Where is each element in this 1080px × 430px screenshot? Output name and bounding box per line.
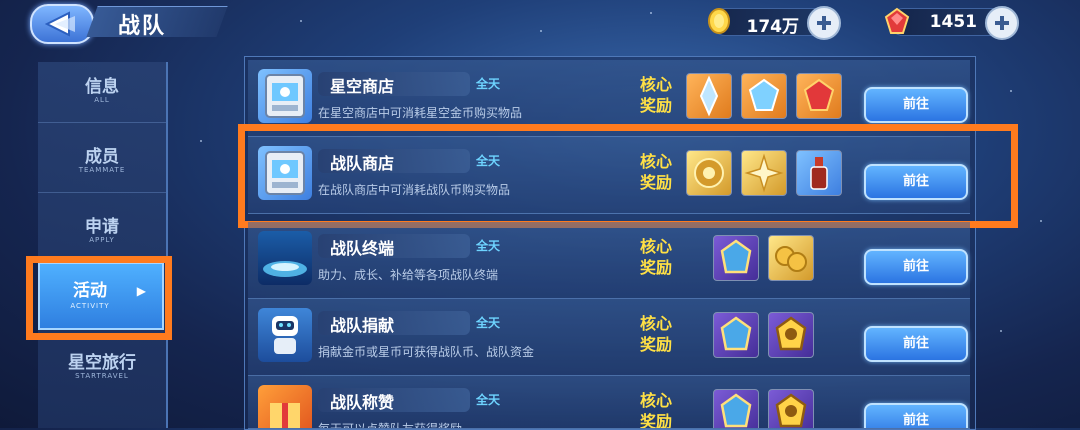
- terminal-thumbnail: [258, 231, 312, 285]
- page-title: 战队: [118, 14, 167, 39]
- team-badge-reward-icon: [713, 235, 759, 281]
- red-gem-reward-icon: [796, 73, 842, 119]
- contribution-badge-reward-icon: [768, 389, 814, 428]
- activity-time: 全天: [476, 393, 501, 407]
- crystal-shard-reward-icon: [686, 73, 732, 119]
- activity-time: 全天: [476, 239, 501, 253]
- top-bar: 战队 174万 1451: [0, 0, 1080, 44]
- highlight-box-team-shop: [238, 124, 1018, 228]
- go-button[interactable]: 前往: [864, 403, 968, 428]
- gem-currency: 1451: [884, 6, 1019, 40]
- sidebar-item-label: 申请: [85, 217, 119, 237]
- activity-row-team-praise: 战队称赞 全天 每天可以点赞队友获得奖励 核心奖励 前往: [248, 376, 970, 429]
- plus-icon: [995, 16, 1009, 30]
- sidebar-item-sublabel: STARTRAVEL: [75, 372, 129, 380]
- reward-label: 核心奖励: [640, 314, 673, 354]
- sidebar-item-startravel[interactable]: 星空旅行 STARTRAVEL: [38, 338, 166, 398]
- terminal-icon: [263, 261, 307, 277]
- sidebar-item-label: 信息: [85, 77, 119, 97]
- red-gem-icon: [884, 7, 910, 34]
- back-arrow-icon: [45, 11, 75, 37]
- sidebar-item-sublabel: TEAMMATE: [78, 166, 126, 174]
- gold-currency: 174万: [708, 6, 841, 40]
- activity-time: 全天: [476, 77, 501, 91]
- activity-name: 战队称赞: [330, 393, 395, 412]
- sidebar-item-sublabel: ALL: [94, 96, 110, 104]
- sidebar-item-label: 成员: [85, 147, 119, 167]
- sidebar-item-info[interactable]: 信息 ALL: [38, 62, 166, 123]
- gold-value: 174万: [746, 17, 800, 37]
- highlight-box-sidebar: [26, 256, 172, 340]
- activity-desc: 助力、成长、补给等各项战队终端: [318, 268, 499, 282]
- gift-thumbnail: [258, 385, 312, 428]
- robot-thumbnail: [258, 308, 312, 362]
- sidebar-item-apply[interactable]: 申请 APPLY: [38, 202, 166, 263]
- gift-icon: [270, 403, 300, 428]
- plus-icon: [817, 16, 831, 30]
- activity-desc: 捐献金币或星币可获得战队币、战队资金: [318, 345, 535, 359]
- contribution-badge-reward-icon: [768, 312, 814, 358]
- add-gem-button[interactable]: [985, 6, 1019, 40]
- blue-gem-reward-icon: [741, 73, 787, 119]
- reward-label: 核心奖励: [640, 237, 673, 277]
- back-button[interactable]: [30, 4, 94, 44]
- activity-name: 星空商店: [330, 77, 395, 96]
- team-badge-reward-icon: [713, 389, 759, 428]
- robot-icon: [272, 316, 298, 354]
- sidebar-item-teammate[interactable]: 成员 TEAMMATE: [38, 132, 166, 193]
- reward-label: 核心奖励: [640, 75, 673, 115]
- shop-thumbnail: [258, 69, 312, 123]
- activity-name: 战队终端: [330, 239, 395, 258]
- sidebar-item-label: 星空旅行: [68, 353, 136, 373]
- gold-coin-icon: [708, 8, 730, 34]
- activity-desc: 在星空商店中可消耗星空金币购买物品: [318, 106, 523, 120]
- gem-value: 1451: [929, 12, 977, 32]
- go-button[interactable]: 前往: [864, 87, 968, 123]
- team-badge-reward-icon: [713, 312, 759, 358]
- go-button[interactable]: 前往: [864, 326, 968, 362]
- sidebar-item-sublabel: APPLY: [89, 236, 115, 244]
- activity-row-team-terminal: 战队终端 全天 助力、成长、补给等各项战队终端 核心奖励 前往: [248, 222, 970, 299]
- shop-icon: [265, 74, 305, 118]
- activity-time: 全天: [476, 316, 501, 330]
- sidebar: 信息 ALL 成员 TEAMMATE 申请 APPLY 星空旅行 STARTRA…: [38, 62, 168, 428]
- activity-name: 战队捐献: [330, 316, 395, 335]
- go-button[interactable]: 前往: [864, 249, 968, 285]
- add-gold-button[interactable]: [807, 6, 841, 40]
- activity-row-team-donate: 战队捐献 全天 捐献金币或星币可获得战队币、战队资金 核心奖励 前往: [248, 299, 970, 376]
- gold-coins-reward-icon: [768, 235, 814, 281]
- reward-label: 核心奖励: [640, 391, 673, 429]
